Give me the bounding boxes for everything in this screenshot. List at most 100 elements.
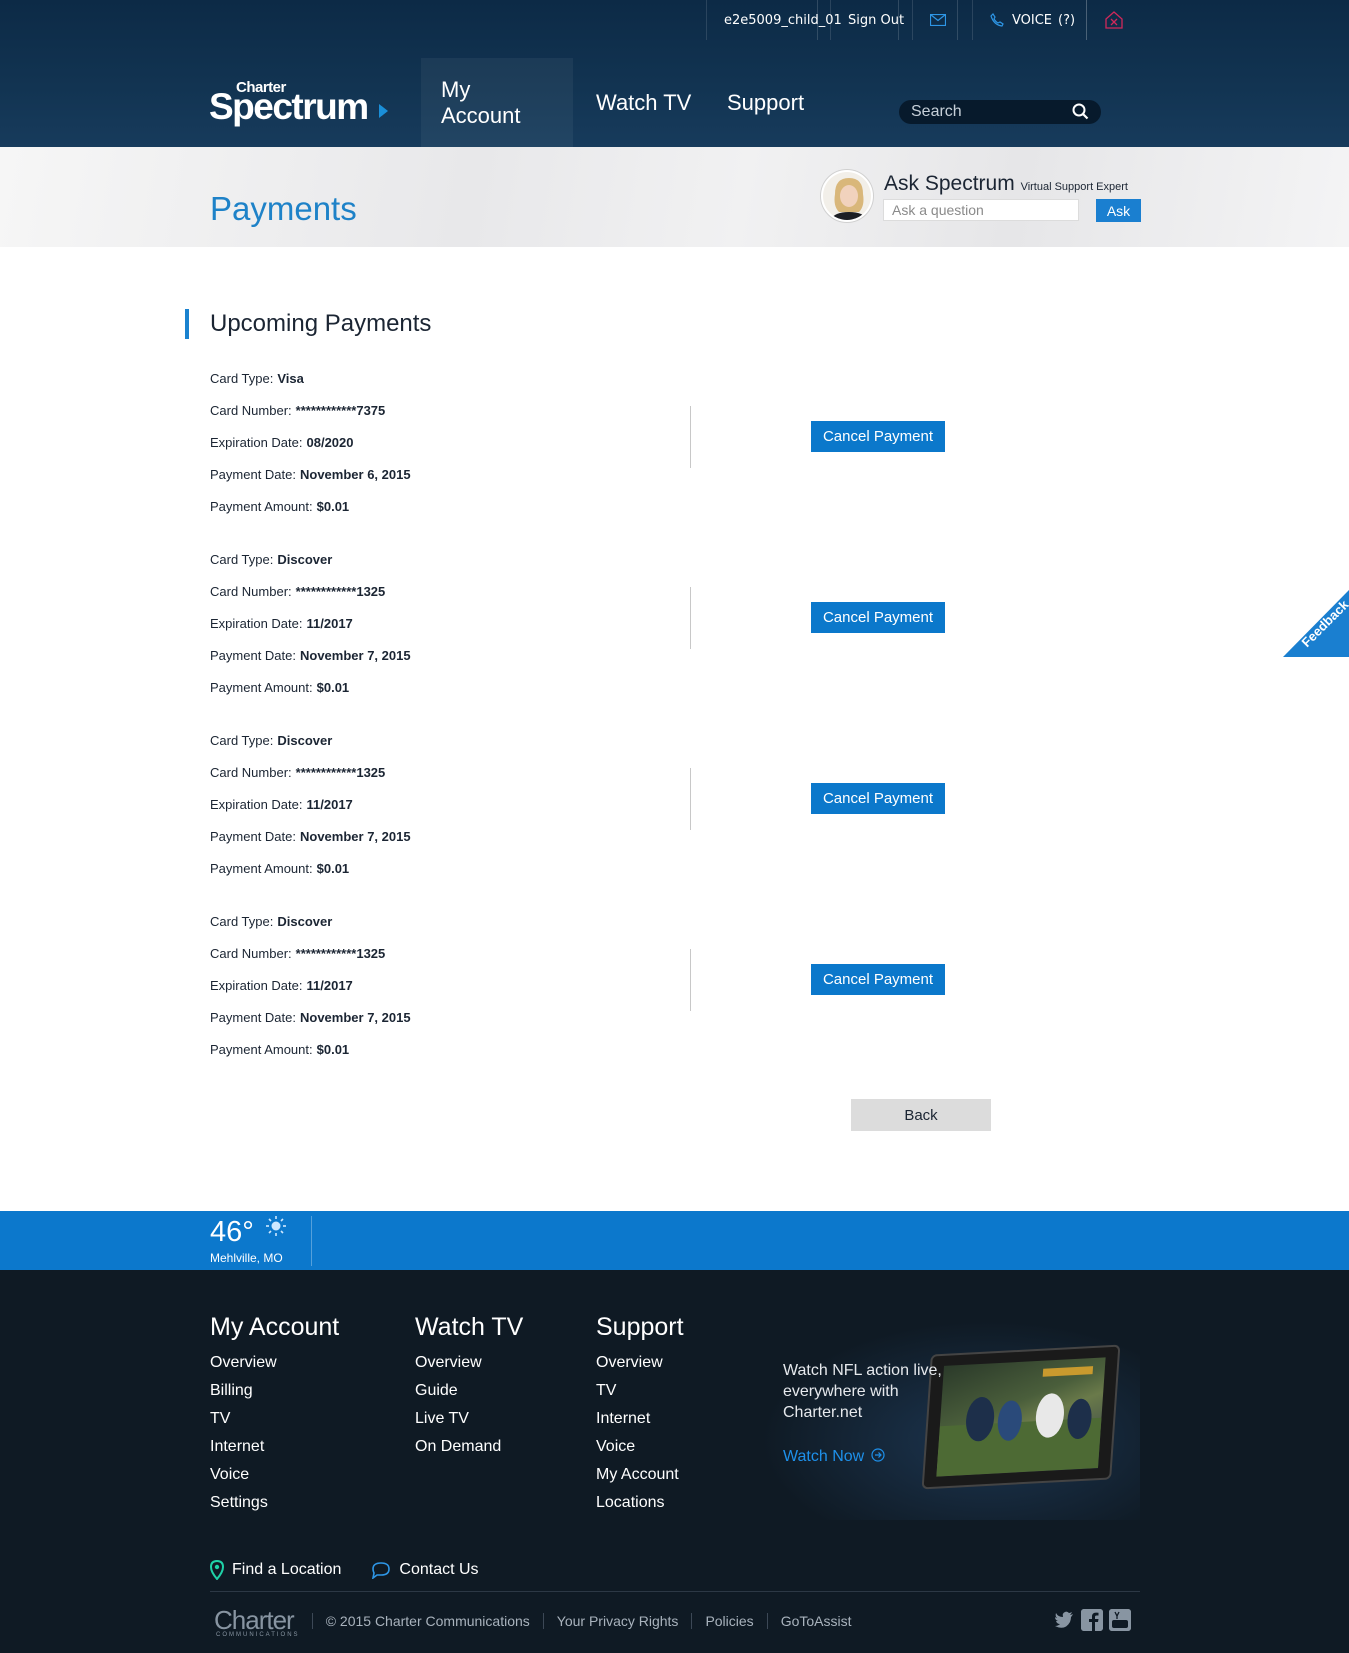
- legal-bar: Charter COMMUNICATIONS © 2015 Charter Com…: [214, 1605, 865, 1638]
- gotoassist-link[interactable]: GoToAssist: [766, 1612, 865, 1629]
- payment-item: Card Type: Discover Card Number: *********…: [210, 733, 1010, 903]
- card-number-label: Card Number:: [210, 403, 292, 418]
- cancel-payment-button[interactable]: Cancel Payment: [811, 421, 945, 452]
- contact-us-link[interactable]: Contact Us: [371, 1561, 479, 1579]
- payment-divider: [690, 949, 691, 1011]
- sign-out-link[interactable]: Sign Out: [830, 0, 921, 40]
- amount-value: $0.01: [316, 680, 350, 695]
- footer-link-settings[interactable]: Settings: [210, 1489, 339, 1517]
- privacy-rights-link[interactable]: Your Privacy Rights: [542, 1612, 692, 1629]
- expiration-label: Expiration Date:: [210, 616, 303, 631]
- card-type-value: Discover: [277, 552, 333, 567]
- card-type-row: Card Type: Visa: [210, 371, 304, 386]
- footer-link-guide[interactable]: Guide: [415, 1377, 523, 1405]
- footer-col-support: Support Overview TV Internet Voice My Ac…: [596, 1313, 684, 1517]
- find-location-label: Find a Location: [232, 1561, 342, 1578]
- footer-link-internet[interactable]: Internet: [596, 1405, 684, 1433]
- card-number-value: ************1325: [295, 765, 386, 780]
- footer-link-internet[interactable]: Internet: [210, 1433, 339, 1461]
- page-title: Payments: [210, 190, 357, 227]
- location-pin-icon: [210, 1560, 224, 1580]
- card-number-value: ************7375: [295, 403, 386, 418]
- card-number-label: Card Number:: [210, 765, 292, 780]
- amount-value: $0.01: [316, 499, 350, 514]
- expiration-label: Expiration Date:: [210, 435, 303, 450]
- payment-date-label: Payment Date:: [210, 467, 296, 482]
- card-type-row: Card Type: Discover: [210, 552, 332, 567]
- expiration-value: 11/2017: [306, 978, 353, 993]
- card-type-label: Card Type:: [210, 914, 274, 929]
- amount-row: Payment Amount: $0.01: [210, 861, 349, 876]
- weather-location: Mehlville, MO: [210, 1251, 283, 1265]
- footer-link-tv[interactable]: TV: [596, 1377, 684, 1405]
- logo-arrow-icon: [379, 104, 388, 118]
- search-input[interactable]: [911, 103, 1061, 121]
- voice-link[interactable]: VOICE (?): [972, 0, 1092, 40]
- weather-divider: [311, 1216, 312, 1266]
- footer-link-overview[interactable]: Overview: [596, 1349, 684, 1377]
- expiration-value: 11/2017: [306, 616, 353, 631]
- payment-date-value: November 7, 2015: [300, 648, 411, 663]
- footer-link-locations[interactable]: Locations: [596, 1489, 684, 1517]
- charter-logo-text: Charter: [214, 1605, 295, 1635]
- watch-now-link[interactable]: Watch Now: [783, 1448, 885, 1466]
- charter-logo[interactable]: Charter COMMUNICATIONS: [214, 1605, 298, 1638]
- card-number-row: Card Number: ************7375: [210, 403, 385, 418]
- youtube-icon[interactable]: [1109, 1609, 1131, 1631]
- ask-button[interactable]: Ask: [1096, 199, 1141, 222]
- footer-utility-links: Find a Location Contact Us: [210, 1560, 479, 1580]
- payment-date-value: November 7, 2015: [300, 1010, 411, 1025]
- card-type-value: Visa: [277, 371, 304, 386]
- footer-link-my-account[interactable]: My Account: [596, 1461, 684, 1489]
- voice-count: (?): [1058, 12, 1076, 28]
- payment-divider: [690, 406, 691, 468]
- footer-link-on-demand[interactable]: On Demand: [415, 1433, 523, 1461]
- weather-bar: [0, 1211, 1349, 1270]
- amount-label: Payment Amount:: [210, 861, 313, 876]
- twitter-icon[interactable]: [1053, 1609, 1075, 1631]
- footer-link-voice[interactable]: Voice: [210, 1461, 339, 1489]
- sun-icon: [266, 1216, 286, 1236]
- cancel-payment-button[interactable]: Cancel Payment: [811, 964, 945, 995]
- home-security-icon[interactable]: [1086, 0, 1141, 40]
- nav-watch-tv[interactable]: Watch TV: [576, 58, 711, 147]
- policies-link[interactable]: Policies: [691, 1612, 766, 1629]
- feedback-tab[interactable]: Feedback: [1283, 590, 1349, 657]
- payment-date-value: November 6, 2015: [300, 467, 411, 482]
- footer-link-live-tv[interactable]: Live TV: [415, 1405, 523, 1433]
- nav-support[interactable]: Support: [707, 58, 824, 147]
- ask-question-input[interactable]: [883, 199, 1079, 221]
- payment-divider: [690, 768, 691, 830]
- copyright-text: © 2015 Charter Communications: [311, 1612, 543, 1629]
- search-icon[interactable]: [1072, 103, 1089, 120]
- footer-col-title: Support: [596, 1313, 684, 1341]
- footer-link-voice[interactable]: Voice: [596, 1433, 684, 1461]
- card-type-row: Card Type: Discover: [210, 914, 332, 929]
- find-location-link[interactable]: Find a Location: [210, 1560, 341, 1580]
- expiration-label: Expiration Date:: [210, 797, 303, 812]
- payment-date-value: November 7, 2015: [300, 829, 411, 844]
- card-number-row: Card Number: ************1325: [210, 765, 385, 780]
- weather-temperature: 46°: [210, 1216, 254, 1248]
- payment-date-row: Payment Date: November 6, 2015: [210, 467, 411, 482]
- expiration-row: Expiration Date: 11/2017: [210, 978, 353, 993]
- facebook-icon[interactable]: [1081, 1609, 1103, 1631]
- title-band: [0, 147, 1349, 247]
- cancel-payment-button[interactable]: Cancel Payment: [811, 602, 945, 633]
- nav-my-account[interactable]: My Account: [421, 58, 573, 147]
- payment-date-row: Payment Date: November 7, 2015: [210, 1010, 411, 1025]
- cancel-payment-button[interactable]: Cancel Payment: [811, 783, 945, 814]
- footer-link-tv[interactable]: TV: [210, 1405, 339, 1433]
- footer-link-overview[interactable]: Overview: [210, 1349, 339, 1377]
- back-button[interactable]: Back: [851, 1099, 991, 1131]
- amount-value: $0.01: [316, 861, 350, 876]
- utility-divider: [817, 0, 818, 40]
- card-number-value: ************1325: [295, 584, 386, 599]
- football-image: [936, 1357, 1106, 1477]
- footer-link-billing[interactable]: Billing: [210, 1377, 339, 1405]
- phone-icon: [990, 13, 1004, 27]
- card-number-label: Card Number:: [210, 584, 292, 599]
- mail-icon[interactable]: [912, 0, 963, 40]
- footer-link-overview[interactable]: Overview: [415, 1349, 523, 1377]
- expiration-label: Expiration Date:: [210, 978, 303, 993]
